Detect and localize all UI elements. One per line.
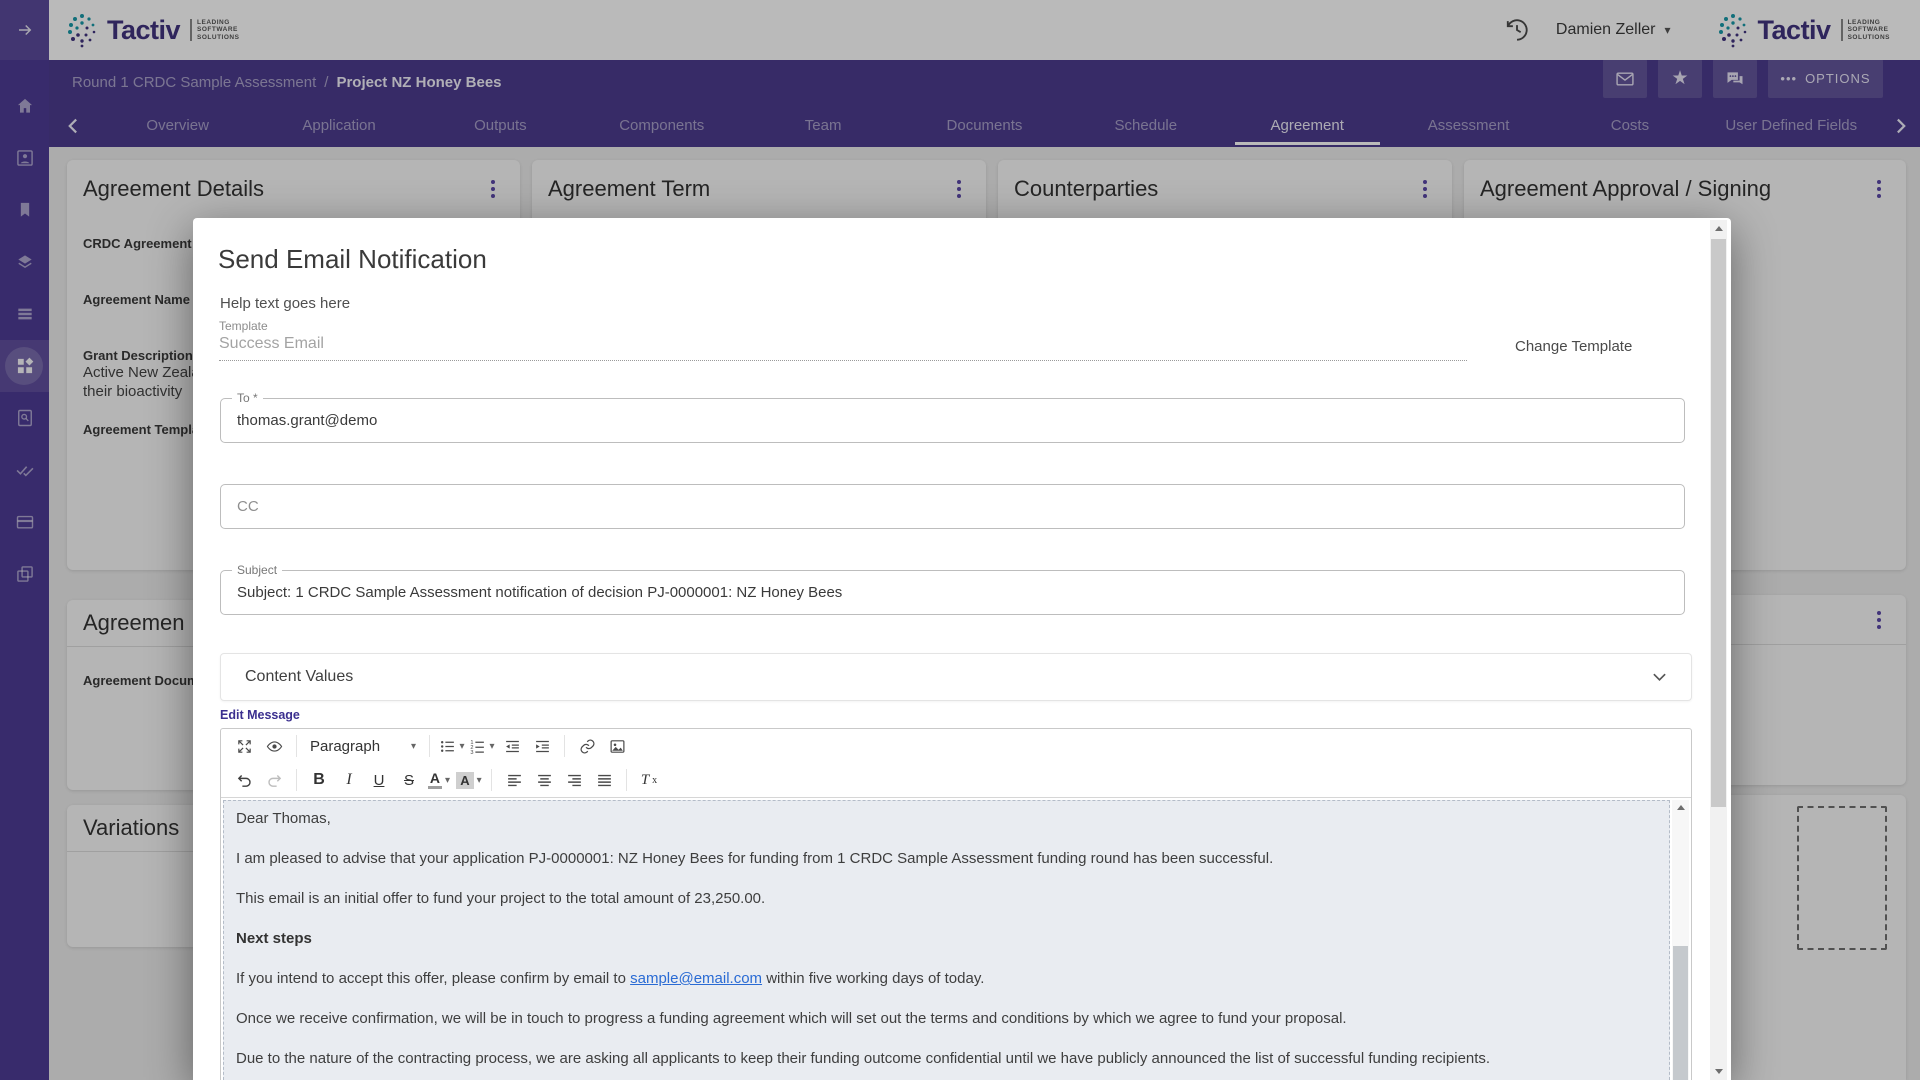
paragraph-style-value: Paragraph: [310, 738, 380, 755]
preview-button[interactable]: [259, 732, 289, 760]
undo-icon: [236, 772, 253, 789]
app-screen: Tactiv LEADING SOFTWARE SOLUTIONS Damien…: [0, 0, 1920, 1080]
align-center-icon: [536, 772, 553, 789]
numbered-list-icon: 123: [469, 738, 486, 755]
fullscreen-button[interactable]: [229, 732, 259, 760]
subject-field-label: Subject: [232, 563, 282, 577]
numbered-list-button[interactable]: 123 ▾: [467, 732, 497, 760]
redo-icon: [266, 772, 283, 789]
send-email-modal: Send Email Notification Help text goes h…: [193, 218, 1731, 1080]
bullet-list-icon: [439, 738, 456, 755]
bullet-list-button[interactable]: ▾: [437, 732, 467, 760]
align-right-button[interactable]: [559, 766, 589, 794]
email-paragraph: Due to the nature of the contracting pro…: [236, 1049, 1657, 1068]
caret-down-icon: ▾: [445, 775, 450, 786]
to-field[interactable]: To * thomas.grant@demo: [220, 398, 1685, 443]
editor-toolbar: Paragraph ▾ ▾ 123 ▾: [221, 729, 1691, 798]
modal-title: Send Email Notification: [218, 244, 487, 275]
to-field-label: To *: [232, 391, 263, 405]
template-label: Template: [219, 319, 268, 333]
caret-down-icon: ▾: [459, 741, 464, 752]
insert-image-button[interactable]: [602, 732, 632, 760]
highlight-color-icon: A: [456, 772, 473, 789]
modal-help-text: Help text goes here: [220, 295, 350, 312]
eye-icon: [266, 738, 283, 755]
email-message-area[interactable]: Dear Thomas, I am pleased to advise that …: [223, 800, 1670, 1080]
editor-scrollbar[interactable]: [1672, 800, 1689, 1080]
subject-field-value: Subject: 1 CRDC Sample Assessment notifi…: [237, 584, 842, 601]
bold-button[interactable]: B: [304, 766, 334, 794]
redo-button[interactable]: [259, 766, 289, 794]
justify-icon: [596, 772, 613, 789]
justify-button[interactable]: [589, 766, 619, 794]
outdent-icon: [504, 738, 521, 755]
email-paragraph: Once we receive confirmation, we will be…: [236, 1009, 1657, 1028]
svg-text:3: 3: [471, 749, 474, 754]
align-left-button[interactable]: [499, 766, 529, 794]
italic-button[interactable]: I: [334, 766, 364, 794]
to-field-value: thomas.grant@demo: [237, 412, 377, 429]
subject-field[interactable]: Subject Subject: 1 CRDC Sample Assessmen…: [220, 570, 1685, 615]
text-color-button[interactable]: A ▾: [424, 766, 454, 794]
align-left-icon: [506, 772, 523, 789]
decrease-indent-button[interactable]: [497, 732, 527, 760]
cc-field[interactable]: CC: [220, 484, 1685, 529]
insert-link-button[interactable]: [572, 732, 602, 760]
editor-scrollbar-thumb[interactable]: [1673, 946, 1688, 1080]
undo-button[interactable]: [229, 766, 259, 794]
email-paragraph: If you intend to accept this offer, plea…: [236, 969, 1657, 988]
email-paragraph: This email is an initial offer to fund y…: [236, 889, 1657, 908]
align-center-button[interactable]: [529, 766, 559, 794]
modal-scrollbar-thumb[interactable]: [1711, 239, 1726, 807]
email-link[interactable]: sample@email.com: [630, 970, 762, 987]
underline-button[interactable]: U: [364, 766, 394, 794]
caret-down-icon: ▾: [411, 741, 416, 752]
change-template-button[interactable]: Change Template: [1515, 338, 1632, 355]
scroll-up-icon[interactable]: [1672, 800, 1689, 814]
modal-scrollbar[interactable]: [1710, 220, 1727, 1080]
content-values-label: Content Values: [245, 668, 353, 686]
content-values-accordion[interactable]: Content Values: [220, 653, 1692, 701]
paragraph-style-dropdown[interactable]: Paragraph ▾: [304, 732, 422, 760]
clear-formatting-button[interactable]: Tx: [634, 766, 664, 794]
link-icon: [579, 738, 596, 755]
chevron-down-icon: [1652, 671, 1667, 683]
editor-body: Dear Thomas, I am pleased to advise that …: [221, 798, 1691, 1080]
scroll-down-icon[interactable]: [1710, 1063, 1727, 1080]
edit-message-label: Edit Message: [220, 708, 300, 722]
strikethrough-button[interactable]: S: [394, 766, 424, 794]
email-paragraph: Next steps: [236, 929, 1657, 948]
email-paragraph: Dear Thomas,: [236, 809, 1657, 828]
caret-down-icon: ▾: [489, 741, 494, 752]
align-right-icon: [566, 772, 583, 789]
image-icon: [609, 738, 626, 755]
highlight-color-button[interactable]: A ▾: [454, 766, 484, 794]
cc-field-placeholder: CC: [237, 498, 259, 515]
text-color-icon: A: [428, 771, 442, 789]
scroll-up-icon[interactable]: [1710, 220, 1727, 237]
increase-indent-button[interactable]: [527, 732, 557, 760]
rich-text-editor: Paragraph ▾ ▾ 123 ▾: [220, 728, 1692, 1080]
indent-icon: [534, 738, 551, 755]
caret-down-icon: ▾: [477, 775, 482, 786]
fullscreen-icon: [236, 738, 253, 755]
template-value[interactable]: Success Email: [219, 335, 1467, 361]
email-paragraph: I am pleased to advise that your applica…: [236, 849, 1657, 868]
